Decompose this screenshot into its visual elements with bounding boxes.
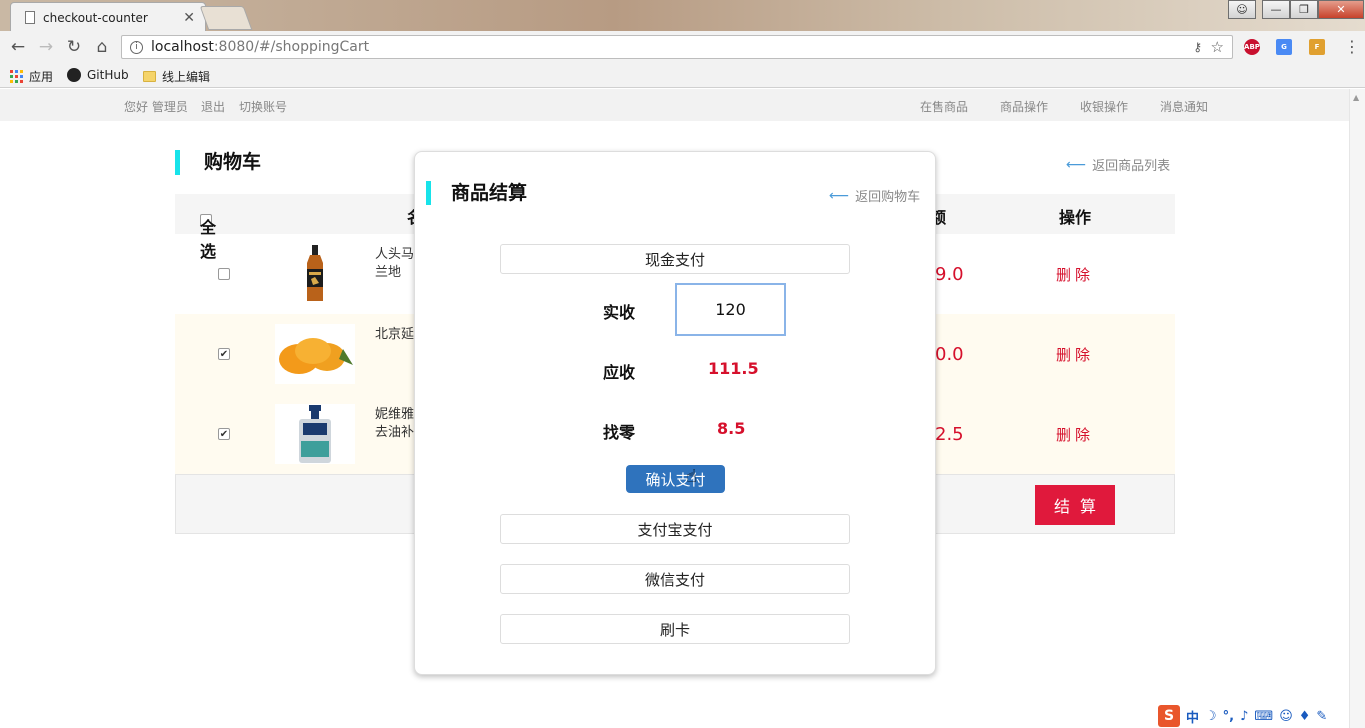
bookmark-star-icon[interactable]: ☆ <box>1211 38 1224 56</box>
tab-title: checkout-counter <box>43 10 148 25</box>
ime-language[interactable]: 中 <box>1186 707 1199 726</box>
browser-titlebar: checkout-counter ✕ ☺ — ❐ ✕ <box>0 0 1365 32</box>
url-path: :8080/#/shoppingCart <box>213 39 370 55</box>
user-button[interactable]: ☺ <box>1228 0 1256 19</box>
background-tab[interactable] <box>868 6 1068 26</box>
new-tab-button[interactable] <box>199 6 253 30</box>
bookmark-github[interactable]: GitHub <box>67 68 129 82</box>
checkout-button[interactable]: 结算 <box>1035 485 1115 525</box>
product-image-liquor <box>275 244 355 304</box>
due-value: 111.5 <box>708 359 759 378</box>
sogou-ime-icon[interactable]: S <box>1158 705 1180 727</box>
ime-toolbar: S 中 ☽ °, ♪ ⌨ ☺ ♦ ✎ <box>1158 704 1349 728</box>
greeting: 您好 管理员 <box>124 100 188 114</box>
user-icon[interactable]: ☺ <box>1279 709 1293 724</box>
checkout-modal: 商品结算 ⟵ 返回购物车 现金支付 实收 应收 111.5 找零 8.5 确认支… <box>414 151 936 675</box>
nav-item-on-sale[interactable]: 在售商品 <box>920 98 968 115</box>
github-icon <box>67 68 81 82</box>
maximize-button[interactable]: ❐ <box>1290 0 1318 19</box>
browser-menu-icon[interactable]: ⋮ <box>1344 37 1360 56</box>
column-action-header: 操作 <box>1059 208 1092 227</box>
translate-extension-icon[interactable]: G <box>1276 39 1292 55</box>
browser-toolbar: ← → ↻ ⌂ i localhost :8080/#/shoppingCart… <box>0 31 1365 63</box>
nav-item-checkout[interactable]: 收银操作 <box>1080 98 1128 115</box>
back-link-label: 返回购物车 <box>855 190 921 205</box>
product-amount: 0.0 <box>935 344 964 365</box>
key-icon[interactable]: ⚷ <box>1193 40 1202 54</box>
back-arrow-icon[interactable]: ← <box>8 37 28 57</box>
bookmark-apps[interactable]: 应用 <box>10 68 53 85</box>
background-tab[interactable] <box>650 6 860 26</box>
close-window-button[interactable]: ✕ <box>1318 0 1364 19</box>
extension-icon[interactable]: F <box>1309 39 1325 55</box>
document-icon <box>25 11 35 24</box>
user-icon[interactable]: ☺ <box>1228 0 1256 19</box>
folder-icon <box>143 71 156 82</box>
back-link-label: 返回商品列表 <box>1092 159 1171 174</box>
change-label: 找零 <box>603 423 636 442</box>
punctuation-icon[interactable]: °, <box>1223 709 1234 724</box>
adblock-extension-icon[interactable]: ABP <box>1244 39 1260 55</box>
minimize-button[interactable]: — <box>1262 0 1290 19</box>
cash-pay-button[interactable]: 现金支付 <box>500 244 850 274</box>
wrench-icon[interactable]: ✎ <box>1316 709 1327 724</box>
bookmark-label: 应用 <box>29 70 54 84</box>
product-image-cleanser <box>275 404 355 464</box>
wechat-pay-button[interactable]: 微信支付 <box>500 564 850 594</box>
back-to-cart-link[interactable]: ⟵ 返回购物车 <box>829 186 921 206</box>
apps-grid-icon <box>10 70 23 83</box>
url-host: localhost <box>151 39 214 55</box>
actual-amount-input[interactable] <box>675 283 786 336</box>
browser-tab-active[interactable]: checkout-counter ✕ <box>10 2 206 32</box>
address-bar[interactable]: i localhost :8080/#/shoppingCart ⚷ ☆ <box>121 35 1233 59</box>
delete-button[interactable]: 删除 <box>1056 424 1094 445</box>
background-tab[interactable] <box>260 6 430 26</box>
switch-account-link[interactable]: 切换账号 <box>239 98 287 115</box>
arrow-left-icon: ⟵ <box>1066 156 1087 173</box>
product-name: 人头马兰地 <box>375 247 415 280</box>
card-pay-button[interactable]: 刷卡 <box>500 614 850 644</box>
moon-icon[interactable]: ☽ <box>1205 709 1217 724</box>
delete-button[interactable]: 删除 <box>1056 264 1094 285</box>
bookmarks-bar: 应用 GitHub 线上编辑 <box>0 63 1365 88</box>
tab-close-icon[interactable]: ✕ <box>183 10 195 26</box>
reload-icon[interactable]: ↻ <box>64 37 84 57</box>
product-amount: 2.5 <box>935 424 964 445</box>
product-name: 北京延 <box>375 327 415 342</box>
bookmark-folder[interactable]: 线上编辑 <box>143 68 210 85</box>
info-icon[interactable]: i <box>130 40 143 54</box>
nav-item-product-ops[interactable]: 商品操作 <box>1000 98 1048 115</box>
hand-cursor-icon: ☝ <box>686 466 697 487</box>
due-label: 应收 <box>603 363 636 382</box>
back-to-products-link[interactable]: ⟵ 返回商品列表 <box>1066 155 1171 175</box>
product-name: 妮维雅去油补 <box>375 407 415 440</box>
bookmark-label: GitHub <box>87 68 129 82</box>
actual-label: 实收 <box>603 303 636 322</box>
row-checkbox[interactable]: ✔ <box>218 348 230 360</box>
scrollbar[interactable]: ▲ <box>1349 89 1365 728</box>
home-icon[interactable]: ⌂ <box>92 37 112 57</box>
arrow-left-icon: ⟵ <box>829 187 850 204</box>
delete-button[interactable]: 删除 <box>1056 344 1094 365</box>
change-value: 8.5 <box>717 419 746 438</box>
confirm-pay-button[interactable]: 确认支付 <box>626 465 725 493</box>
microphone-icon[interactable]: ♪ <box>1240 709 1248 724</box>
skin-icon[interactable]: ♦ <box>1299 709 1311 724</box>
top-nav: 您好 管理员 退出 切换账号 在售商品 商品操作 收银操作 消息通知 <box>0 89 1349 121</box>
nav-item-messages[interactable]: 消息通知 <box>1160 98 1208 115</box>
logout-link[interactable]: 退出 <box>201 98 225 115</box>
window-controls: — ❐ ✕ <box>1262 0 1364 19</box>
forward-arrow-icon[interactable]: → <box>36 37 56 57</box>
scroll-up-icon[interactable]: ▲ <box>1353 93 1359 102</box>
modal-title: 商品结算 <box>426 181 527 205</box>
background-tab[interactable] <box>440 6 640 26</box>
page-title: 购物车 <box>175 150 261 175</box>
product-image-mango <box>275 324 355 384</box>
alipay-button[interactable]: 支付宝支付 <box>500 514 850 544</box>
row-checkbox[interactable] <box>218 268 230 280</box>
keyboard-icon[interactable]: ⌨ <box>1254 709 1273 724</box>
row-checkbox[interactable]: ✔ <box>218 428 230 440</box>
bookmark-label: 线上编辑 <box>162 70 211 84</box>
product-amount: 9.0 <box>935 264 964 285</box>
